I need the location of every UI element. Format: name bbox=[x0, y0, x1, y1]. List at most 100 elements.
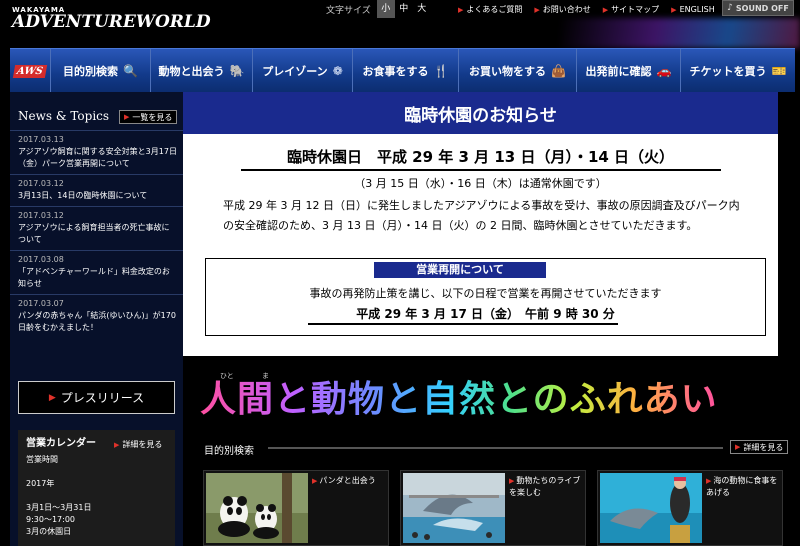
top-bar: WAKAYAMA ADVENTUREWORLD 文字サイズ 小 中 大 ▶ よくあ… bbox=[0, 0, 800, 48]
nav-item-playzone[interactable]: プレイゾーン ❁ bbox=[252, 49, 352, 93]
site-logo[interactable]: WAKAYAMA ADVENTUREWORLD bbox=[12, 6, 211, 31]
card-label: ▶ パンダと出会う bbox=[312, 475, 388, 487]
nav-item-label: 目的別検索 bbox=[63, 65, 119, 78]
utility-links: ▶ よくあるご質問 ▶ お問い合わせ ▶ サイトマップ ▶ ENGLISH bbox=[458, 0, 727, 18]
card-feeding[interactable]: ▶ 海の動物に食事をあげる bbox=[597, 470, 783, 546]
news-item[interactable]: 2017.03.08 「アドベンチャーワールド」料金改定のお知らせ bbox=[10, 250, 183, 294]
notice-heading: 臨時休園のお知らせ bbox=[183, 92, 778, 134]
font-size-label: 文字サイズ bbox=[326, 5, 371, 16]
divider bbox=[240, 169, 721, 171]
card-label-text: 海の動物に食事をあげる bbox=[706, 476, 778, 497]
notice-body: 平成 29 年 3 月 12 日（日）に発生しましたアジアゾウによる事故を受け、… bbox=[223, 199, 740, 232]
closure-notice: 臨時休園のお知らせ 臨時休園日 平成 29 年 3 月 13 日（月）・14 日… bbox=[183, 92, 778, 356]
slogan: 人間と動物と自然とのふれあい bbox=[200, 379, 718, 420]
news-item[interactable]: 2017.03.07 パンダの赤ちゃん「結浜(ゆいひん)」が170日齢をむかえま… bbox=[10, 294, 183, 338]
faq-link-label: よくあるご質問 bbox=[466, 4, 523, 14]
card-label: ▶ 海の動物に食事をあげる bbox=[706, 475, 782, 498]
news-date: 2017.03.08 bbox=[18, 255, 64, 264]
card-label: ▶ 動物たちのライブを楽しむ bbox=[509, 475, 585, 498]
arrow-icon: ▶ bbox=[602, 5, 609, 14]
nav-item-animals[interactable]: 動物と出会う 🐘 bbox=[150, 49, 252, 93]
sitemap-link-label: サイトマップ bbox=[611, 4, 660, 14]
font-size-medium-button[interactable]: 中 bbox=[395, 0, 413, 18]
reopen-date: 平成 29 年 3 月 17 日（金） 午前 9 時 30 分 bbox=[356, 307, 615, 321]
font-size-small-button[interactable]: 小 bbox=[376, 0, 395, 18]
sound-toggle-button[interactable]: ♪ SOUND OFF bbox=[722, 0, 794, 16]
nav-logo[interactable]: AWS bbox=[10, 49, 50, 93]
calendar-title: 営業カレンダー bbox=[26, 438, 96, 449]
news-date: 2017.03.07 bbox=[18, 299, 64, 308]
divider bbox=[308, 323, 618, 325]
reopen-label: 営業再開について bbox=[374, 262, 546, 278]
ticket-icon: 🎫 bbox=[771, 64, 787, 78]
nav-item-search[interactable]: 目的別検索 🔍 bbox=[50, 49, 150, 93]
english-link-label: ENGLISH bbox=[679, 4, 715, 14]
card-label-text: 動物たちのライブを楽しむ bbox=[509, 476, 581, 497]
logo-title: ADVENTUREWORLD bbox=[12, 12, 211, 32]
card-panda[interactable]: ▶ パンダと出会う bbox=[203, 470, 389, 546]
shopping-bag-icon: 👜 bbox=[551, 64, 566, 78]
contact-link-label: お問い合わせ bbox=[542, 4, 591, 14]
nav-item-label: プレイゾーン bbox=[262, 65, 328, 78]
calendar-line bbox=[26, 490, 167, 502]
calendar-line: 3月の休園日 bbox=[26, 527, 72, 536]
calendar-line: 2017年 bbox=[26, 479, 55, 488]
news-item[interactable]: 2017.03.13 アジアゾウ飼育に関する安全対策と3月17日（金）パーク営業… bbox=[10, 130, 183, 174]
nav-item-before-visit[interactable]: 出発前に確認 🚗 bbox=[576, 49, 680, 93]
arrow-icon: ▶ bbox=[735, 443, 741, 451]
closure-date: 臨時休園日 平成 29 年 3 月 13 日（月）・14 日（火） bbox=[286, 148, 675, 166]
calendar-line: 9:30〜17:00 bbox=[26, 515, 76, 524]
cutlery-icon: 🍴 bbox=[433, 64, 449, 78]
nav-item-label: 出発前に確認 bbox=[585, 65, 652, 78]
nav-item-tickets[interactable]: チケットを買う 🎫 bbox=[680, 49, 795, 93]
news-more-label: 一覧を見る bbox=[132, 112, 173, 122]
arrow-icon: ▶ bbox=[312, 477, 318, 485]
nav-item-shopping[interactable]: お買い物をする 👜 bbox=[458, 49, 576, 93]
font-size-selector: 文字サイズ 小 中 大 bbox=[326, 0, 431, 18]
contact-link[interactable]: ▶ お問い合わせ bbox=[534, 4, 590, 15]
news-title-text: パンダの赤ちゃん「結浜(ゆいひん)」が170日齢をむかえました！ bbox=[18, 311, 176, 332]
font-size-large-button[interactable]: 大 bbox=[413, 0, 431, 18]
purpose-more-label: 詳細を見る bbox=[743, 442, 784, 452]
arrow-icon: ▶ bbox=[48, 392, 56, 403]
sitemap-link[interactable]: ▶ サイトマップ bbox=[603, 4, 659, 15]
business-calendar: 営業カレンダー ▶ 詳細を見る 営業時間 2017年 3月1日〜3月31日 9:3… bbox=[18, 430, 175, 546]
arrow-icon: ▶ bbox=[706, 477, 712, 485]
card-live-show[interactable]: ▶ 動物たちのライブを楽しむ bbox=[400, 470, 586, 546]
music-note-icon: ♪ bbox=[727, 3, 733, 13]
ferris-wheel-icon: ❁ bbox=[332, 64, 343, 78]
news-item[interactable]: 2017.03.12 3月13日、14日の臨時休園について bbox=[10, 174, 183, 206]
press-release-button[interactable]: ▶ プレスリリース bbox=[18, 381, 175, 414]
purpose-cards: ▶ パンダと出会う ▶ 動物たちのライブを楽しむ ▶ 海の動物に食事をあげる bbox=[203, 470, 783, 546]
reopen-text: 事故の再発防止策を講じ、以下の日程で営業を再開させていただきます bbox=[309, 287, 662, 300]
news-date: 2017.03.13 bbox=[18, 135, 64, 144]
sidebar: News & Topics ▶ 一覧を見る 2017.03.13 アジアゾウ飼育に… bbox=[10, 92, 183, 546]
news-title-text: アジアゾウによる飼育担当者の死亡事故について bbox=[18, 223, 170, 244]
main-nav: AWS 目的別検索 🔍 動物と出会う 🐘 プレイゾーン ❁ お食事をする 🍴 お買い物を… bbox=[10, 48, 795, 93]
arrow-icon: ▶ bbox=[458, 5, 464, 14]
elephant-icon: 🐘 bbox=[229, 64, 245, 78]
calendar-lines: 営業時間 2017年 3月1日〜3月31日 9:30〜17:00 3月の休園日 bbox=[26, 454, 167, 538]
calendar-line bbox=[26, 466, 167, 478]
purpose-more-button[interactable]: ▶ 詳細を見る bbox=[730, 440, 789, 454]
calendar-line: 営業時間 bbox=[26, 455, 58, 464]
news-title-text: 「アドベンチャーワールド」料金改定のお知らせ bbox=[18, 267, 170, 288]
arrow-icon: ▶ bbox=[671, 5, 677, 14]
news-date: 2017.03.12 bbox=[18, 179, 64, 188]
english-link[interactable]: ▶ ENGLISH bbox=[671, 5, 715, 14]
news-title-text: アジアゾウ飼育に関する安全対策と3月17日（金）パーク営業再開について bbox=[18, 147, 177, 168]
card-label-text: パンダと出会う bbox=[319, 476, 376, 485]
dolphin-feeding-photo bbox=[600, 473, 702, 543]
news-more-button[interactable]: ▶ 一覧を見る bbox=[119, 110, 178, 124]
car-icon: 🚗 bbox=[656, 64, 672, 78]
header-decoration bbox=[560, 18, 800, 48]
nav-item-dining[interactable]: お食事をする 🍴 bbox=[352, 49, 458, 93]
arrow-icon: ▶ bbox=[534, 5, 540, 14]
calendar-more-button[interactable]: ▶ 詳細を見る bbox=[110, 438, 166, 452]
news-item[interactable]: 2017.03.12 アジアゾウによる飼育担当者の死亡事故について bbox=[10, 206, 183, 250]
calendar-line: 3月1日〜3月31日 bbox=[26, 503, 92, 512]
faq-link[interactable]: ▶ よくあるご質問 bbox=[458, 4, 522, 15]
divider bbox=[268, 447, 723, 449]
news-list: 2017.03.13 アジアゾウ飼育に関する安全対策と3月17日（金）パーク営業… bbox=[10, 130, 183, 338]
arrow-icon: ▶ bbox=[509, 477, 515, 485]
